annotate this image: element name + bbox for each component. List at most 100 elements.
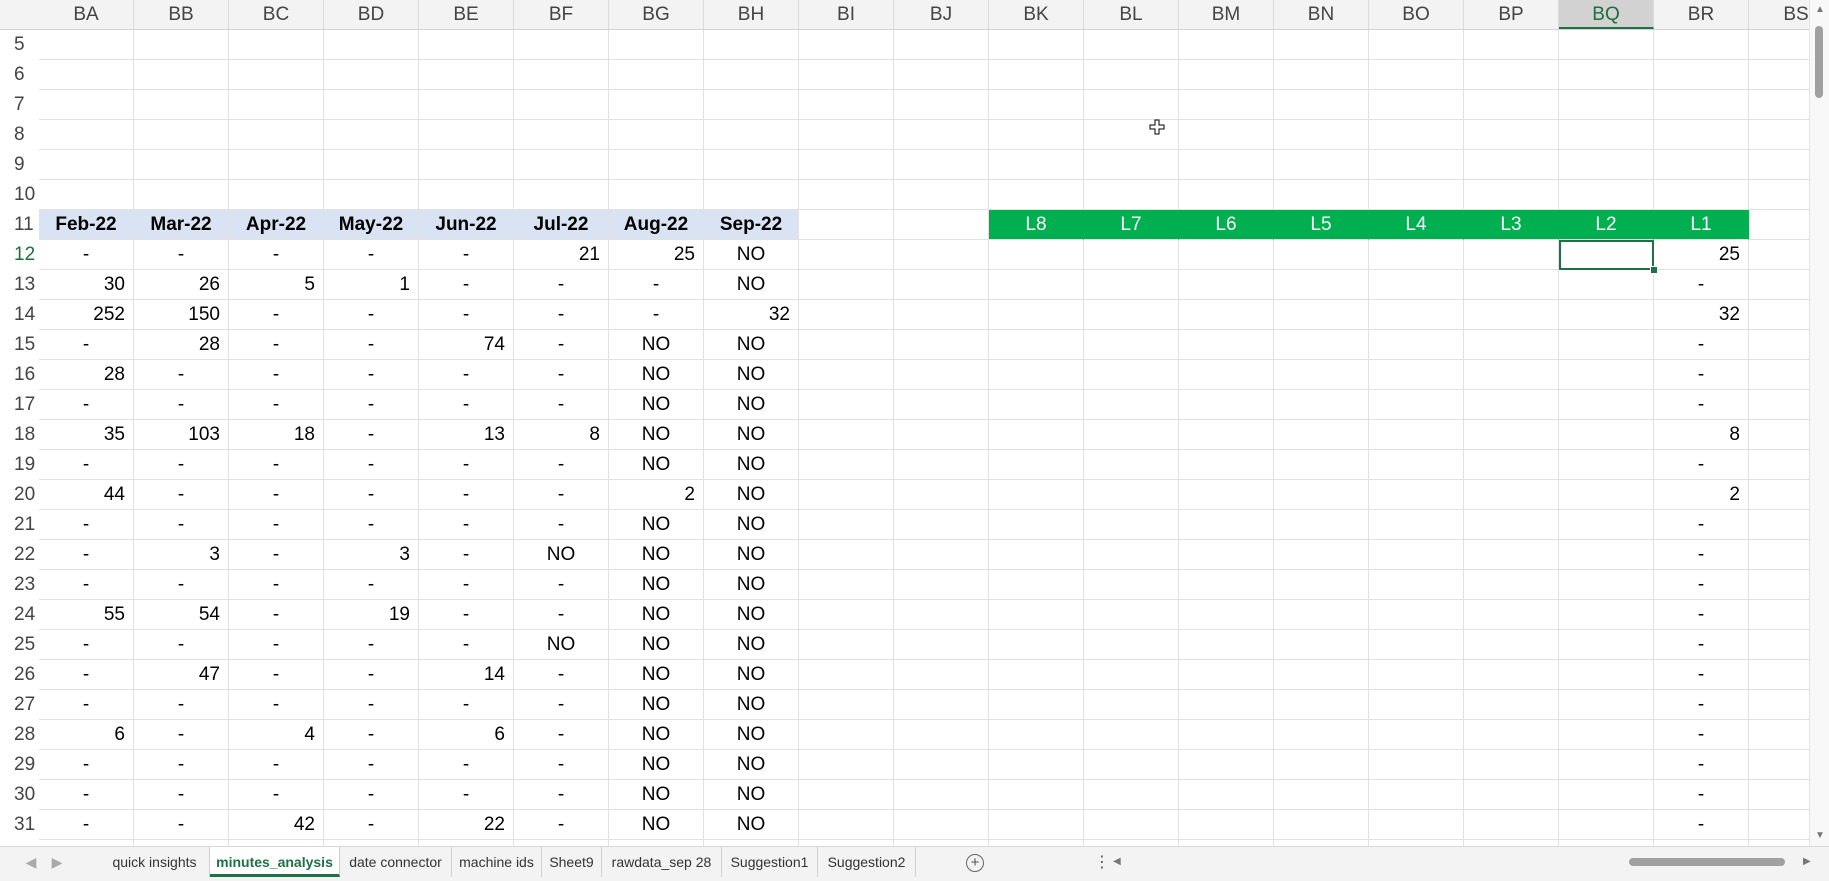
cell-bp18[interactable] bbox=[1464, 420, 1559, 450]
level-header-cell[interactable]: L8 bbox=[989, 210, 1084, 240]
cell-ba22[interactable]: - bbox=[39, 540, 134, 570]
cell-bp9[interactable] bbox=[1464, 150, 1559, 180]
cell-bq14[interactable] bbox=[1559, 300, 1654, 330]
cell-bh14[interactable]: 32 bbox=[704, 300, 799, 330]
row-header[interactable]: 26 bbox=[0, 660, 39, 690]
cell-bl17[interactable] bbox=[1084, 390, 1179, 420]
month-header-cell[interactable]: Aug-22 bbox=[609, 210, 704, 240]
cell-bh16[interactable]: NO bbox=[704, 360, 799, 390]
cell-bg18[interactable]: NO bbox=[609, 420, 704, 450]
cell-bs11[interactable] bbox=[1749, 210, 1810, 240]
column-header-bm[interactable]: BM bbox=[1179, 0, 1274, 29]
cell-bg31[interactable]: NO bbox=[609, 810, 704, 840]
cell-bh12[interactable]: NO bbox=[704, 240, 799, 270]
cell-be10[interactable] bbox=[419, 180, 514, 210]
row-header[interactable]: 17 bbox=[0, 390, 39, 420]
cell-bm21[interactable] bbox=[1179, 510, 1274, 540]
cell-bf17[interactable]: - bbox=[514, 390, 609, 420]
cell-bg27[interactable]: NO bbox=[609, 690, 704, 720]
sheet-tab[interactable]: quick insights bbox=[100, 847, 210, 877]
cell-bc23[interactable]: - bbox=[229, 570, 324, 600]
cell-bb16[interactable]: - bbox=[134, 360, 229, 390]
cell-bp15[interactable] bbox=[1464, 330, 1559, 360]
cell-bl24[interactable] bbox=[1084, 600, 1179, 630]
cell-bf9[interactable] bbox=[514, 150, 609, 180]
cell-bg25[interactable]: NO bbox=[609, 630, 704, 660]
cell-ba29[interactable]: - bbox=[39, 750, 134, 780]
cell-ba19[interactable]: - bbox=[39, 450, 134, 480]
cell-bn19[interactable] bbox=[1274, 450, 1369, 480]
cell-be22[interactable]: - bbox=[419, 540, 514, 570]
cell-bj5[interactable] bbox=[894, 30, 989, 60]
row-header[interactable]: 18 bbox=[0, 420, 39, 450]
cell-bf29[interactable]: - bbox=[514, 750, 609, 780]
cell-br14[interactable]: 32 bbox=[1654, 300, 1749, 330]
month-header-cell[interactable]: Sep-22 bbox=[704, 210, 799, 240]
cell-br8[interactable] bbox=[1654, 120, 1749, 150]
cell-bh13[interactable]: NO bbox=[704, 270, 799, 300]
cell-bj23[interactable] bbox=[894, 570, 989, 600]
cell-bd20[interactable]: - bbox=[324, 480, 419, 510]
cell-bk14[interactable] bbox=[989, 300, 1084, 330]
cell-bs12[interactable] bbox=[1749, 240, 1810, 270]
cell-bb9[interactable] bbox=[134, 150, 229, 180]
cell-bl28[interactable] bbox=[1084, 720, 1179, 750]
cell-be19[interactable]: - bbox=[419, 450, 514, 480]
column-header-be[interactable]: BE bbox=[419, 0, 514, 29]
cell-bb28[interactable]: - bbox=[134, 720, 229, 750]
cell-bj12[interactable] bbox=[894, 240, 989, 270]
cell-bs25[interactable] bbox=[1749, 630, 1810, 660]
row-header[interactable]: 31 bbox=[0, 810, 39, 840]
scroll-right-icon[interactable]: ▶ bbox=[1803, 856, 1811, 867]
cell-bk25[interactable] bbox=[989, 630, 1084, 660]
cell-bf13[interactable]: - bbox=[514, 270, 609, 300]
cell-bq16[interactable] bbox=[1559, 360, 1654, 390]
cell-bk6[interactable] bbox=[989, 60, 1084, 90]
cell-bc21[interactable]: - bbox=[229, 510, 324, 540]
cell-bo12[interactable] bbox=[1369, 240, 1464, 270]
cell-be31[interactable]: 22 bbox=[419, 810, 514, 840]
cell-bp23[interactable] bbox=[1464, 570, 1559, 600]
cell-ba21[interactable]: - bbox=[39, 510, 134, 540]
cell-bl19[interactable] bbox=[1084, 450, 1179, 480]
cell-bo19[interactable] bbox=[1369, 450, 1464, 480]
cell-bm8[interactable] bbox=[1179, 120, 1274, 150]
level-header-cell[interactable]: L3 bbox=[1464, 210, 1559, 240]
cell-bc19[interactable]: - bbox=[229, 450, 324, 480]
cell-bn28[interactable] bbox=[1274, 720, 1369, 750]
cell-bd27[interactable]: - bbox=[324, 690, 419, 720]
cell-bf26[interactable]: - bbox=[514, 660, 609, 690]
cell-bg20[interactable]: 2 bbox=[609, 480, 704, 510]
cell-bd22[interactable]: 3 bbox=[324, 540, 419, 570]
cell-bp13[interactable] bbox=[1464, 270, 1559, 300]
cell-be28[interactable]: 6 bbox=[419, 720, 514, 750]
cell-bh18[interactable]: NO bbox=[704, 420, 799, 450]
cell-bm27[interactable] bbox=[1179, 690, 1274, 720]
cell-bq18[interactable] bbox=[1559, 420, 1654, 450]
cell-bc9[interactable] bbox=[229, 150, 324, 180]
cell-bp21[interactable] bbox=[1464, 510, 1559, 540]
cell-bi26[interactable] bbox=[799, 660, 894, 690]
cell-bm17[interactable] bbox=[1179, 390, 1274, 420]
cell-bo22[interactable] bbox=[1369, 540, 1464, 570]
cell-bk27[interactable] bbox=[989, 690, 1084, 720]
cell-bi20[interactable] bbox=[799, 480, 894, 510]
cell-bi24[interactable] bbox=[799, 600, 894, 630]
cell-bp31[interactable] bbox=[1464, 810, 1559, 840]
cell-br10[interactable] bbox=[1654, 180, 1749, 210]
row-header[interactable]: 29 bbox=[0, 750, 39, 780]
cell-bh30[interactable]: NO bbox=[704, 780, 799, 810]
cell-bi16[interactable] bbox=[799, 360, 894, 390]
cell-bi12[interactable] bbox=[799, 240, 894, 270]
cell-bp19[interactable] bbox=[1464, 450, 1559, 480]
column-header-bn[interactable]: BN bbox=[1274, 0, 1369, 29]
cell-bn25[interactable] bbox=[1274, 630, 1369, 660]
month-header-cell[interactable]: Mar-22 bbox=[134, 210, 229, 240]
cell-be29[interactable]: - bbox=[419, 750, 514, 780]
cell-bn10[interactable] bbox=[1274, 180, 1369, 210]
add-sheet-icon[interactable]: + bbox=[966, 854, 984, 872]
cell-bq7[interactable] bbox=[1559, 90, 1654, 120]
cell-bn23[interactable] bbox=[1274, 570, 1369, 600]
cell-ba30[interactable]: - bbox=[39, 780, 134, 810]
cell-bs29[interactable] bbox=[1749, 750, 1810, 780]
